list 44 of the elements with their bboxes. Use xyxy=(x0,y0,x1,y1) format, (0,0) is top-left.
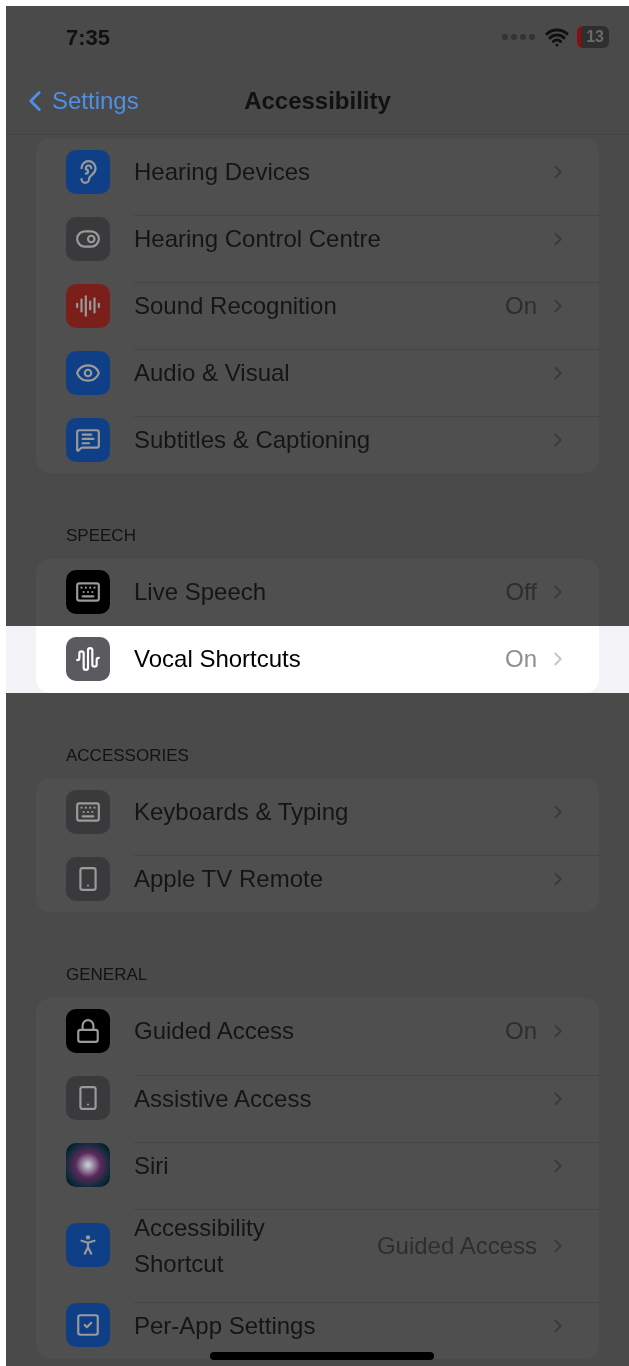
settings-row[interactable]: Apple TV Remote xyxy=(36,845,599,912)
row-label: Sound Recognition xyxy=(134,291,337,321)
app-check-icon xyxy=(66,1303,110,1347)
row-label: Subtitles & Captioning xyxy=(134,425,371,455)
sound-wave-icon xyxy=(66,283,110,328)
row-label: Per-App Settings xyxy=(134,1310,316,1341)
lock-icon xyxy=(66,1009,110,1053)
back-button[interactable]: Settings xyxy=(6,83,139,119)
row-value: On xyxy=(505,644,537,674)
row-label: Keyboards & Typing xyxy=(134,796,349,827)
phone-icon xyxy=(66,1076,110,1120)
speech-bubble-icon xyxy=(66,417,110,462)
ear-icon xyxy=(66,149,110,194)
row-label: Hearing Devices xyxy=(134,156,311,187)
row-label: Vocal Shortcuts xyxy=(134,644,301,674)
status-time: 7:35 xyxy=(66,23,111,52)
accessibility-icon xyxy=(66,1223,110,1267)
battery-indicator: 13 xyxy=(577,26,609,48)
row-label: Apple TV Remote xyxy=(134,864,323,894)
row-label: Assistive Access xyxy=(134,1083,312,1114)
page-title: Accessibility xyxy=(244,86,391,116)
settings-row[interactable]: Assistive Access xyxy=(36,1064,599,1132)
settings-row[interactable]: Vocal Shortcuts On xyxy=(36,625,599,693)
row-label: Audio & Visual xyxy=(134,358,290,388)
row-label: Siri xyxy=(134,1150,169,1181)
settings-row[interactable]: Siri xyxy=(36,1131,599,1199)
settings-row[interactable]: Subtitles & Captioning xyxy=(36,406,599,473)
row-label: Live Speech xyxy=(134,577,267,607)
row-label: Guided Access xyxy=(134,1016,295,1046)
settings-row[interactable]: Hearing Control Centre xyxy=(36,205,599,272)
keyboard-icon xyxy=(66,570,110,614)
orb-icon xyxy=(66,1143,110,1187)
row-label: Hearing Control Centre xyxy=(134,224,381,254)
section-header: SPEECH xyxy=(66,526,136,545)
settings-row[interactable]: Per-App Settings xyxy=(36,1291,599,1359)
section-header: ACCESSORIES xyxy=(66,745,189,765)
waveform-icon xyxy=(66,637,110,681)
toggle-icon xyxy=(66,216,110,261)
settings-row[interactable]: Keyboards & Typing xyxy=(36,778,599,845)
keyboard-icon xyxy=(66,789,110,834)
settings-row[interactable]: Audio & Visual xyxy=(36,339,599,406)
row-label: Accessibility Shortcut xyxy=(134,1212,266,1279)
settings-row[interactable]: Hearing Devices xyxy=(36,138,599,205)
section-header: GENERAL xyxy=(66,965,148,984)
